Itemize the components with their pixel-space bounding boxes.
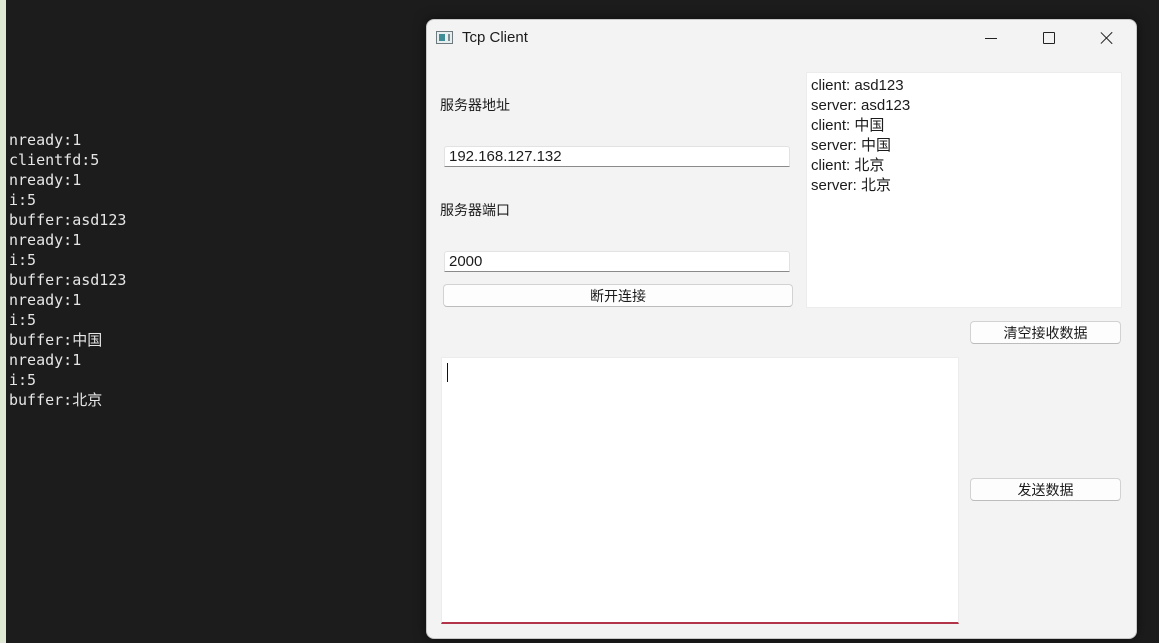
terminal-line: buffer:北京 — [9, 391, 103, 409]
title-bar[interactable]: Tcp Client — [427, 20, 1136, 56]
received-message: client: 中国 — [811, 117, 885, 134]
terminal-line: i:5 — [9, 311, 37, 329]
app-window-icon — [436, 31, 453, 44]
terminal-line: nready:1 — [9, 231, 82, 249]
send-data-button[interactable]: 发送数据 — [970, 478, 1121, 501]
minimize-icon — [985, 37, 997, 39]
terminal-line: nready:1 — [9, 131, 82, 149]
close-button[interactable] — [1078, 20, 1136, 56]
tcp-client-window: Tcp Client 服务器地址 192.168.127.132 服务器端口 2… — [426, 19, 1137, 639]
text-cursor — [447, 363, 448, 382]
maximize-button[interactable] — [1020, 20, 1078, 56]
terminal-line: nready:1 — [9, 171, 82, 189]
received-message: client: 北京 — [811, 157, 885, 174]
terminal-line: nready:1 — [9, 291, 82, 309]
maximize-icon — [1043, 32, 1055, 44]
clear-received-button[interactable]: 清空接收数据 — [970, 321, 1121, 344]
window-title: Tcp Client — [462, 29, 528, 46]
server-address-label: 服务器地址 — [440, 98, 510, 114]
received-message: server: 中国 — [811, 137, 892, 154]
terminal-line: i:5 — [9, 191, 37, 209]
received-message: server: asd123 — [811, 97, 911, 114]
terminal-line: buffer:asd123 — [9, 271, 127, 289]
server-port-label: 服务器端口 — [440, 203, 510, 219]
close-icon — [1100, 31, 1114, 45]
terminal-line: i:5 — [9, 371, 37, 389]
terminal-line: nready:1 — [9, 351, 82, 369]
received-message: server: 北京 — [811, 177, 892, 194]
terminal-line: i:5 — [9, 251, 37, 269]
terminal-line: buffer:asd123 — [9, 211, 127, 229]
send-text-area[interactable] — [441, 357, 959, 624]
terminal-line: buffer:中国 — [9, 331, 103, 349]
received-message: client: asd123 — [811, 77, 904, 94]
server-address-input[interactable]: 192.168.127.132 — [444, 146, 790, 167]
minimize-button[interactable] — [962, 20, 1020, 56]
server-port-input[interactable]: 2000 — [444, 251, 790, 272]
terminal-output: nready:1 clientfd:5 nready:1 i:5 buffer:… — [9, 130, 409, 410]
disconnect-button[interactable]: 断开连接 — [443, 284, 793, 307]
terminal-line: clientfd:5 — [9, 151, 100, 169]
receive-text-area[interactable]: client: asd123 server: asd123 client: 中国… — [806, 72, 1122, 308]
desktop-accent-strip — [0, 0, 6, 643]
